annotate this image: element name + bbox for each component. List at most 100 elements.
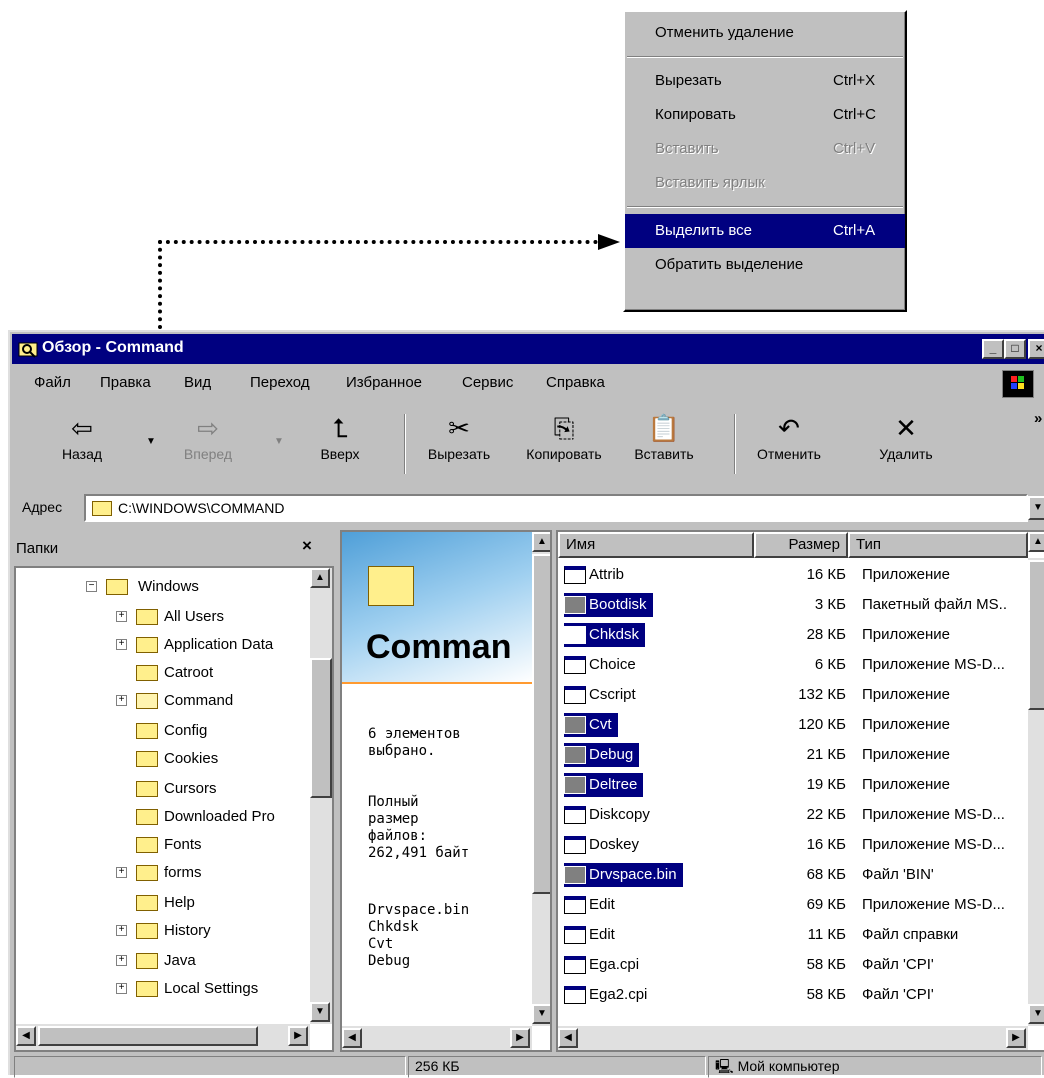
- menu-tools[interactable]: Сервис: [462, 374, 513, 391]
- up-folder-icon: ⮤: [332, 413, 348, 443]
- expand-icon[interactable]: +: [116, 695, 127, 706]
- app-file-icon: [564, 566, 586, 585]
- file-type: Приложение MS-D...: [862, 806, 1005, 823]
- folder-icon: [136, 637, 158, 653]
- file-type: Файл 'CPI': [862, 986, 934, 1003]
- total-size-text: Полный размер файлов: 262,491 байт: [368, 794, 470, 861]
- menu-item-undo-delete[interactable]: Отменить удаление: [625, 16, 905, 50]
- up-button[interactable]: ⮤ Вверх: [312, 410, 368, 462]
- maximize-button[interactable]: □: [1004, 339, 1026, 359]
- file-row[interactable]: Deltree 19 КБ Приложение: [558, 770, 1028, 800]
- scroll-right-icon[interactable]: ▶: [288, 1026, 308, 1046]
- file-list-vertical-scrollbar[interactable]: ▲ ▼: [1028, 532, 1044, 1026]
- expand-icon[interactable]: +: [116, 611, 127, 622]
- menu-separator: [627, 206, 903, 208]
- column-header-size[interactable]: Размер: [754, 532, 848, 558]
- file-row[interactable]: Ega.cpi 58 КБ Файл 'CPI': [558, 950, 1028, 980]
- forward-arrow-icon: ⇨: [197, 413, 219, 443]
- address-input[interactable]: C:\WINDOWS\COMMAND: [84, 494, 1028, 522]
- menu-item-cut[interactable]: Вырезать Ctrl+X: [625, 64, 905, 98]
- web-view-horizontal-scrollbar[interactable]: ◀ ▶: [342, 1026, 532, 1050]
- delete-button[interactable]: ✕ Удалить: [868, 410, 944, 462]
- scroll-up-icon[interactable]: ▲: [532, 532, 550, 552]
- file-row[interactable]: Diskcopy 22 КБ Приложение MS-D...: [558, 800, 1028, 830]
- doc-file-icon: [564, 956, 586, 975]
- close-button[interactable]: ×: [1028, 339, 1044, 359]
- folder-tree-vertical-scrollbar[interactable]: ▲ ▼: [310, 568, 332, 1024]
- file-list-horizontal-scrollbar[interactable]: ◀ ▶: [558, 1026, 1028, 1050]
- forward-dropdown-icon: ▼: [274, 436, 284, 447]
- back-dropdown-icon[interactable]: ▼: [146, 436, 156, 447]
- scroll-thumb[interactable]: [1028, 560, 1044, 710]
- file-name: Ega.cpi: [564, 953, 645, 977]
- file-row[interactable]: Choice 6 КБ Приложение MS-D...: [558, 650, 1028, 680]
- file-row[interactable]: Attrib 16 КБ Приложение: [558, 560, 1028, 590]
- back-button[interactable]: ⇦ Назад: [52, 410, 112, 462]
- expand-icon[interactable]: +: [116, 925, 127, 936]
- menu-item-select-all[interactable]: Выделить все Ctrl+A: [625, 214, 905, 248]
- scroll-left-icon[interactable]: ◀: [342, 1028, 362, 1048]
- file-row[interactable]: Cscript 132 КБ Приложение: [558, 680, 1028, 710]
- file-type: Файл 'CPI': [862, 956, 934, 973]
- scroll-down-icon[interactable]: ▼: [532, 1004, 550, 1024]
- scroll-left-icon[interactable]: ◀: [558, 1028, 578, 1048]
- address-dropdown-button[interactable]: ▼: [1028, 496, 1044, 520]
- expand-icon[interactable]: +: [116, 639, 127, 650]
- status-panel-zone: 🖳 Мой компьютер: [708, 1056, 1042, 1078]
- web-view-divider: [342, 682, 532, 684]
- folder-tree-horizontal-scrollbar[interactable]: ◀ ▶: [16, 1024, 310, 1050]
- file-row[interactable]: Cvt 120 КБ Приложение: [558, 710, 1028, 740]
- undo-button[interactable]: ↶ Отменить: [748, 410, 830, 462]
- menu-edit[interactable]: Правка: [100, 374, 151, 391]
- minimize-button[interactable]: _: [982, 339, 1004, 359]
- paste-button[interactable]: 📋 Вставить: [622, 410, 706, 462]
- file-name: Drvspace.bin: [564, 863, 683, 887]
- file-row[interactable]: Drvspace.bin 68 КБ Файл 'BIN': [558, 860, 1028, 890]
- file-row[interactable]: Ega2.cpi 58 КБ Файл 'CPI': [558, 980, 1028, 1010]
- menu-item-invert-selection[interactable]: Обратить выделение: [625, 248, 905, 282]
- file-name: Deltree: [564, 773, 644, 797]
- scroll-thumb[interactable]: [310, 658, 332, 798]
- scroll-down-icon[interactable]: ▼: [310, 1002, 330, 1022]
- scroll-right-icon[interactable]: ▶: [510, 1028, 530, 1048]
- file-row[interactable]: Bootdisk 3 КБ Пакетный файл MS..: [558, 590, 1028, 620]
- file-type: Файл 'BIN': [862, 866, 934, 883]
- web-view-vertical-scrollbar[interactable]: ▲ ▼: [532, 532, 550, 1026]
- column-header-name[interactable]: Имя: [558, 532, 754, 558]
- scroll-left-icon[interactable]: ◀: [16, 1026, 36, 1046]
- file-row[interactable]: Debug 21 КБ Приложение: [558, 740, 1028, 770]
- toolbar-overflow-icon[interactable]: »: [1034, 410, 1042, 427]
- collapse-icon[interactable]: −: [86, 581, 97, 592]
- column-header-type[interactable]: Тип: [848, 532, 1028, 558]
- file-row[interactable]: Chkdsk 28 КБ Приложение: [558, 620, 1028, 650]
- file-name: Edit: [564, 923, 621, 947]
- menu-help[interactable]: Справка: [546, 374, 605, 391]
- expand-icon[interactable]: +: [116, 983, 127, 994]
- file-row[interactable]: Edit 69 КБ Приложение MS-D...: [558, 890, 1028, 920]
- expand-icon[interactable]: +: [116, 867, 127, 878]
- bat-file-icon: [564, 596, 586, 615]
- file-name: Debug: [564, 743, 640, 767]
- cut-button[interactable]: ✂ Вырезать: [416, 410, 502, 462]
- folders-pane-close-icon[interactable]: ×: [302, 536, 312, 556]
- scroll-down-icon[interactable]: ▼: [1028, 1004, 1044, 1024]
- scroll-up-icon[interactable]: ▲: [310, 568, 330, 588]
- scroll-up-icon[interactable]: ▲: [1028, 532, 1044, 552]
- menu-favorites[interactable]: Избранное: [346, 374, 422, 391]
- menu-go[interactable]: Переход: [250, 374, 310, 391]
- file-row[interactable]: Doskey 16 КБ Приложение MS-D...: [558, 830, 1028, 860]
- file-row[interactable]: Edit 11 КБ Файл справки: [558, 920, 1028, 950]
- menu-item-copy[interactable]: Копировать Ctrl+C: [625, 98, 905, 132]
- scroll-thumb[interactable]: [532, 554, 550, 894]
- file-name: Cscript: [564, 683, 642, 707]
- folder-icon: [136, 751, 158, 767]
- menu-view[interactable]: Вид: [184, 374, 211, 391]
- copy-button[interactable]: ⎘ Копировать: [516, 410, 612, 462]
- expand-icon[interactable]: +: [116, 955, 127, 966]
- title-bar[interactable]: Обзор - Command _ □ ×: [12, 334, 1044, 364]
- scroll-right-icon[interactable]: ▶: [1006, 1028, 1026, 1048]
- copy-icon: ⎘: [553, 413, 575, 443]
- menu-file[interactable]: Файл: [34, 374, 71, 391]
- scroll-thumb[interactable]: [38, 1026, 258, 1046]
- forward-button: ⇨ Вперед: [178, 410, 238, 462]
